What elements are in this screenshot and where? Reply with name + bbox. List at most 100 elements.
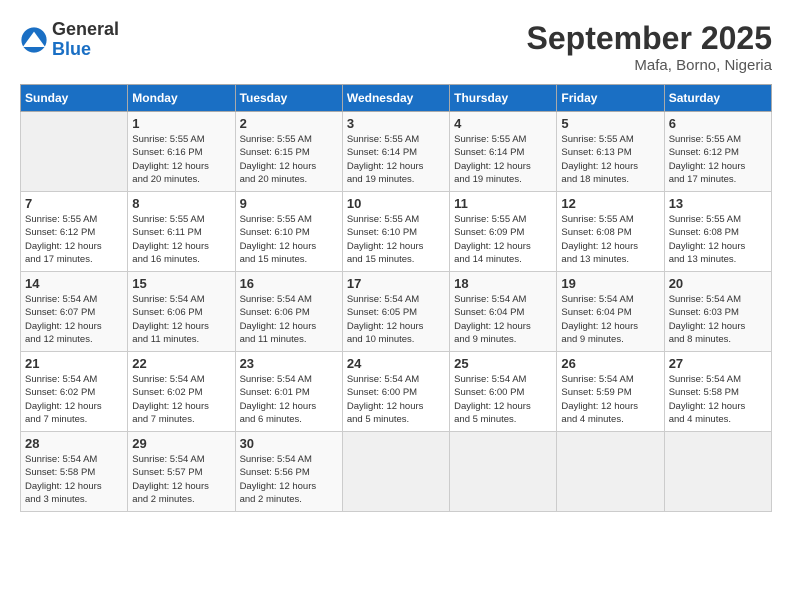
- day-info: Sunrise: 5:54 AM Sunset: 5:56 PM Dayligh…: [240, 453, 338, 506]
- logo-icon: [20, 26, 48, 54]
- day-number: 11: [454, 196, 552, 211]
- calendar-cell: [450, 432, 557, 512]
- day-number: 29: [132, 436, 230, 451]
- day-number: 27: [669, 356, 767, 371]
- calendar-cell: 11 Sunrise: 5:55 AM Sunset: 6:09 PM Dayli…: [450, 192, 557, 272]
- calendar-cell: 15 Sunrise: 5:54 AM Sunset: 6:06 PM Dayli…: [128, 272, 235, 352]
- calendar-cell: 20 Sunrise: 5:54 AM Sunset: 6:03 PM Dayli…: [664, 272, 771, 352]
- day-info: Sunrise: 5:55 AM Sunset: 6:10 PM Dayligh…: [240, 213, 338, 266]
- calendar-week-row: 7 Sunrise: 5:55 AM Sunset: 6:12 PM Daylig…: [21, 192, 772, 272]
- calendar-cell: 29Sunrise: 5:54 AM Sunset: 5:57 PM Dayli…: [128, 432, 235, 512]
- day-info: Sunrise: 5:54 AM Sunset: 6:05 PM Dayligh…: [347, 293, 445, 346]
- calendar-cell: 6 Sunrise: 5:55 AM Sunset: 6:12 PM Daylig…: [664, 112, 771, 192]
- day-info: Sunrise: 5:55 AM Sunset: 6:16 PM Dayligh…: [132, 133, 230, 186]
- calendar-header-row: SundayMondayTuesdayWednesdayThursdayFrid…: [21, 85, 772, 112]
- day-number: 15: [132, 276, 230, 291]
- calendar-cell: 4 Sunrise: 5:55 AM Sunset: 6:14 PM Daylig…: [450, 112, 557, 192]
- day-number: 22: [132, 356, 230, 371]
- day-number: 24: [347, 356, 445, 371]
- day-info: Sunrise: 5:54 AM Sunset: 6:07 PM Dayligh…: [25, 293, 123, 346]
- month-title: September 2025: [527, 20, 772, 57]
- day-number: 25: [454, 356, 552, 371]
- day-info: Sunrise: 5:55 AM Sunset: 6:14 PM Dayligh…: [454, 133, 552, 186]
- calendar-cell: 24Sunrise: 5:54 AM Sunset: 6:00 PM Dayli…: [342, 352, 449, 432]
- day-info: Sunrise: 5:54 AM Sunset: 6:04 PM Dayligh…: [561, 293, 659, 346]
- day-number: 26: [561, 356, 659, 371]
- day-info: Sunrise: 5:54 AM Sunset: 6:02 PM Dayligh…: [25, 373, 123, 426]
- day-number: 14: [25, 276, 123, 291]
- day-info: Sunrise: 5:54 AM Sunset: 6:03 PM Dayligh…: [669, 293, 767, 346]
- day-info: Sunrise: 5:55 AM Sunset: 6:08 PM Dayligh…: [669, 213, 767, 266]
- logo: General Blue: [20, 20, 119, 60]
- calendar-week-row: 14 Sunrise: 5:54 AM Sunset: 6:07 PM Dayli…: [21, 272, 772, 352]
- calendar-cell: 23Sunrise: 5:54 AM Sunset: 6:01 PM Dayli…: [235, 352, 342, 432]
- day-info: Sunrise: 5:55 AM Sunset: 6:11 PM Dayligh…: [132, 213, 230, 266]
- day-number: 28: [25, 436, 123, 451]
- day-of-week-header: Monday: [128, 85, 235, 112]
- calendar-cell: 3 Sunrise: 5:55 AM Sunset: 6:14 PM Daylig…: [342, 112, 449, 192]
- day-number: 23: [240, 356, 338, 371]
- day-info: Sunrise: 5:54 AM Sunset: 6:00 PM Dayligh…: [454, 373, 552, 426]
- day-info: Sunrise: 5:55 AM Sunset: 6:08 PM Dayligh…: [561, 213, 659, 266]
- day-info: Sunrise: 5:54 AM Sunset: 5:59 PM Dayligh…: [561, 373, 659, 426]
- calendar-cell: 18 Sunrise: 5:54 AM Sunset: 6:04 PM Dayli…: [450, 272, 557, 352]
- day-of-week-header: Saturday: [664, 85, 771, 112]
- day-info: Sunrise: 5:54 AM Sunset: 6:06 PM Dayligh…: [132, 293, 230, 346]
- logo-general: General: [52, 20, 119, 40]
- calendar-cell: 10 Sunrise: 5:55 AM Sunset: 6:10 PM Dayli…: [342, 192, 449, 272]
- day-number: 10: [347, 196, 445, 211]
- calendar-cell: 9 Sunrise: 5:55 AM Sunset: 6:10 PM Daylig…: [235, 192, 342, 272]
- day-number: 6: [669, 116, 767, 131]
- calendar-cell: 28 Sunrise: 5:54 AM Sunset: 5:58 PM Dayli…: [21, 432, 128, 512]
- logo-blue: Blue: [52, 40, 119, 60]
- day-of-week-header: Sunday: [21, 85, 128, 112]
- calendar-cell: 25 Sunrise: 5:54 AM Sunset: 6:00 PM Dayli…: [450, 352, 557, 432]
- day-number: 30: [240, 436, 338, 451]
- calendar-table: SundayMondayTuesdayWednesdayThursdayFrid…: [20, 84, 772, 512]
- day-info: Sunrise: 5:55 AM Sunset: 6:09 PM Dayligh…: [454, 213, 552, 266]
- calendar-cell: 12 Sunrise: 5:55 AM Sunset: 6:08 PM Dayli…: [557, 192, 664, 272]
- calendar-cell: [21, 112, 128, 192]
- day-info: Sunrise: 5:55 AM Sunset: 6:13 PM Dayligh…: [561, 133, 659, 186]
- day-number: 21: [25, 356, 123, 371]
- day-info: Sunrise: 5:55 AM Sunset: 6:15 PM Dayligh…: [240, 133, 338, 186]
- calendar-week-row: 21 Sunrise: 5:54 AM Sunset: 6:02 PM Dayli…: [21, 352, 772, 432]
- day-info: Sunrise: 5:54 AM Sunset: 5:58 PM Dayligh…: [669, 373, 767, 426]
- calendar-cell: 8 Sunrise: 5:55 AM Sunset: 6:11 PM Daylig…: [128, 192, 235, 272]
- day-number: 1: [132, 116, 230, 131]
- day-number: 3: [347, 116, 445, 131]
- day-number: 8: [132, 196, 230, 211]
- calendar-cell: 30 Sunrise: 5:54 AM Sunset: 5:56 PM Dayli…: [235, 432, 342, 512]
- day-number: 9: [240, 196, 338, 211]
- calendar-cell: 2Sunrise: 5:55 AM Sunset: 6:15 PM Daylig…: [235, 112, 342, 192]
- calendar-cell: 22 Sunrise: 5:54 AM Sunset: 6:02 PM Dayli…: [128, 352, 235, 432]
- day-of-week-header: Friday: [557, 85, 664, 112]
- day-number: 19: [561, 276, 659, 291]
- page-header: General Blue September 2025 Mafa, Borno,…: [20, 20, 772, 74]
- calendar-cell: 13 Sunrise: 5:55 AM Sunset: 6:08 PM Dayli…: [664, 192, 771, 272]
- day-info: Sunrise: 5:55 AM Sunset: 6:14 PM Dayligh…: [347, 133, 445, 186]
- calendar-body: 1 Sunrise: 5:55 AM Sunset: 6:16 PM Daylig…: [21, 112, 772, 512]
- day-info: Sunrise: 5:54 AM Sunset: 6:02 PM Dayligh…: [132, 373, 230, 426]
- calendar-cell: 7 Sunrise: 5:55 AM Sunset: 6:12 PM Daylig…: [21, 192, 128, 272]
- day-number: 4: [454, 116, 552, 131]
- day-info: Sunrise: 5:54 AM Sunset: 6:04 PM Dayligh…: [454, 293, 552, 346]
- day-number: 7: [25, 196, 123, 211]
- calendar-cell: [557, 432, 664, 512]
- calendar-cell: 14 Sunrise: 5:54 AM Sunset: 6:07 PM Dayli…: [21, 272, 128, 352]
- day-number: 13: [669, 196, 767, 211]
- day-info: Sunrise: 5:54 AM Sunset: 5:58 PM Dayligh…: [25, 453, 123, 506]
- day-number: 20: [669, 276, 767, 291]
- day-info: Sunrise: 5:55 AM Sunset: 6:12 PM Dayligh…: [25, 213, 123, 266]
- calendar-cell: 1 Sunrise: 5:55 AM Sunset: 6:16 PM Daylig…: [128, 112, 235, 192]
- day-info: Sunrise: 5:55 AM Sunset: 6:10 PM Dayligh…: [347, 213, 445, 266]
- day-info: Sunrise: 5:55 AM Sunset: 6:12 PM Dayligh…: [669, 133, 767, 186]
- day-number: 18: [454, 276, 552, 291]
- calendar-cell: 16Sunrise: 5:54 AM Sunset: 6:06 PM Dayli…: [235, 272, 342, 352]
- calendar-cell: 21 Sunrise: 5:54 AM Sunset: 6:02 PM Dayli…: [21, 352, 128, 432]
- day-number: 12: [561, 196, 659, 211]
- calendar-week-row: 28 Sunrise: 5:54 AM Sunset: 5:58 PM Dayli…: [21, 432, 772, 512]
- calendar-cell: [664, 432, 771, 512]
- logo-text: General Blue: [52, 20, 119, 60]
- calendar-cell: [342, 432, 449, 512]
